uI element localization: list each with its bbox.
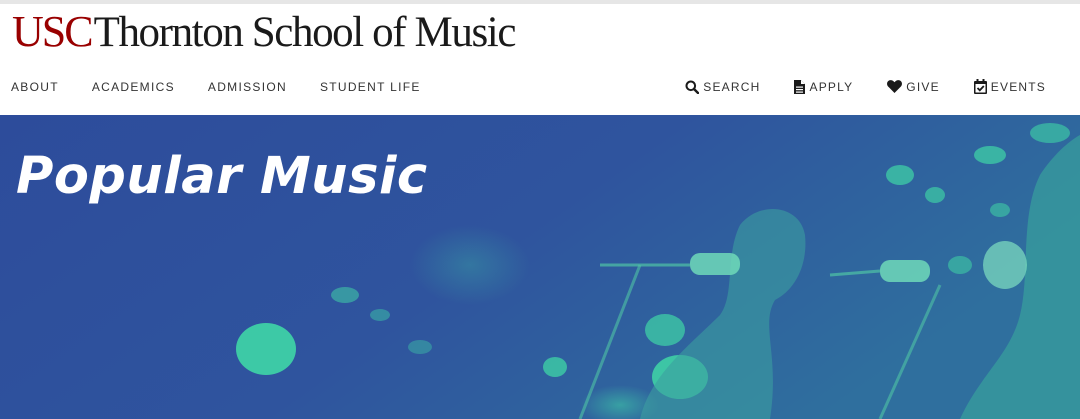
search-icon: [685, 80, 700, 94]
give-link[interactable]: GIVE: [887, 80, 939, 94]
primary-nav: ABOUT ACADEMICS ADMISSION STUDENT LIFE: [11, 80, 454, 94]
apply-link[interactable]: APPLY: [794, 79, 854, 94]
page-title: Popular Music: [16, 147, 428, 206]
nav-item-student-life[interactable]: STUDENT LIFE: [320, 80, 421, 94]
give-label: GIVE: [906, 79, 940, 94]
apply-label: APPLY: [809, 79, 854, 94]
nav-item-academics[interactable]: ACADEMICS: [92, 80, 175, 94]
events-link[interactable]: EVENTS: [973, 79, 1046, 94]
heart-icon: [887, 80, 903, 93]
document-icon: [794, 79, 806, 94]
hero-banner: Popular Music: [0, 115, 1080, 419]
nav-item-about[interactable]: ABOUT: [11, 80, 59, 94]
calendar-check-icon: [973, 79, 987, 94]
utility-nav: SEARCH APPLY GIVE EVENTS: [685, 79, 1046, 94]
logo-school-name: Thornton School of Music: [93, 9, 517, 56]
site-header: USC Thornton School of Music ABOUT ACADE…: [0, 4, 1080, 115]
events-label: EVENTS: [990, 79, 1046, 94]
logo-usc-wordmark: USC: [12, 7, 94, 56]
search-label: SEARCH: [703, 79, 761, 94]
search-link[interactable]: SEARCH: [685, 80, 760, 94]
nav-item-admission[interactable]: ADMISSION: [208, 80, 287, 94]
site-logo[interactable]: USC Thornton School of Music: [12, 6, 517, 56]
